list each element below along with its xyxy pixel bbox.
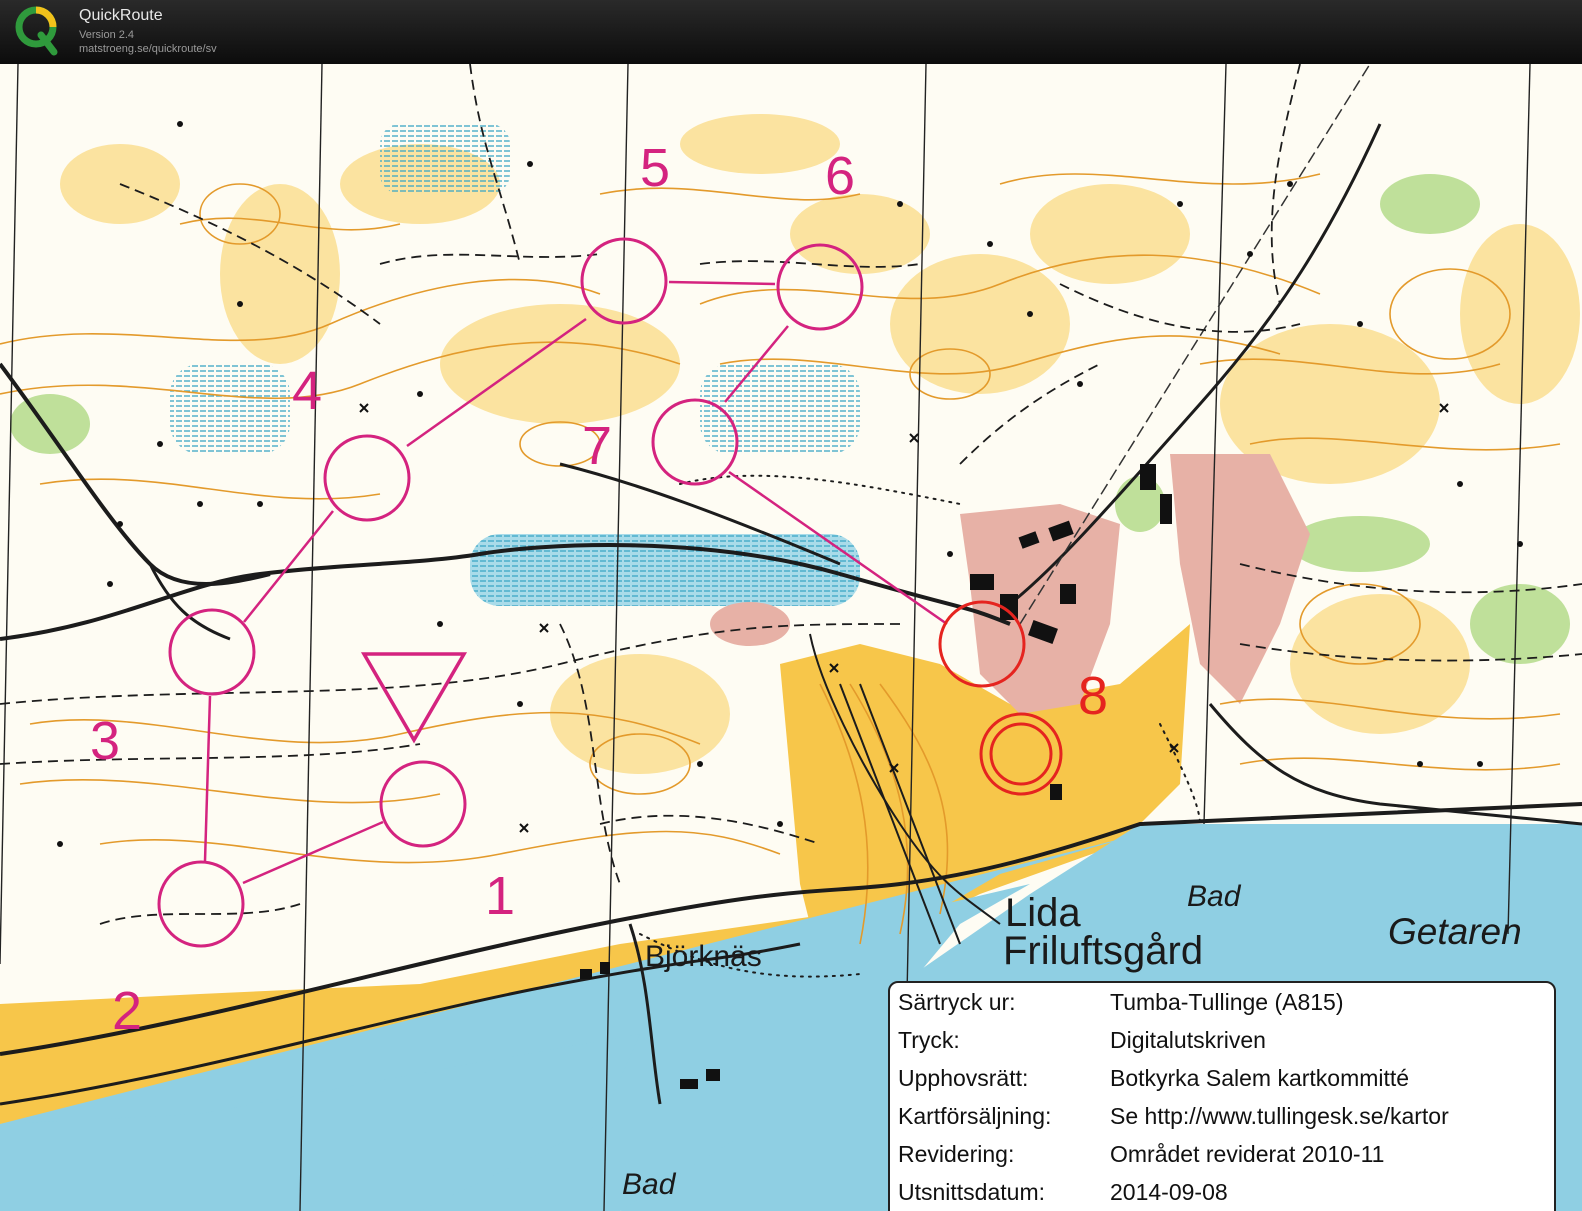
- app-version: Version 2.4: [79, 29, 135, 41]
- legend-row-sales: Kartförsäljning: Se http://www.tullingesk…: [898, 1103, 1449, 1129]
- quickroute-logo-icon: [15, 6, 58, 56]
- map-info-box: Särtryck ur: Tumba-Tullinge (A815) Tryck:…: [888, 981, 1556, 1211]
- place-name-3: Bad: [1187, 880, 1242, 913]
- control-number-5: 5: [640, 138, 670, 198]
- legend-row-print: Tryck: Digitalutskriven: [898, 1027, 1266, 1053]
- legend-row-copyright: Upphovsrätt: Botkyrka Salem kartkommitté: [898, 1065, 1410, 1091]
- control-number-2: 2: [112, 981, 142, 1041]
- app-url[interactable]: matstroeng.se/quickroute/sv: [79, 43, 217, 55]
- legend-row-revision: Revidering: Området reviderat 2010-11: [898, 1141, 1385, 1167]
- app-title: QuickRoute: [79, 7, 163, 24]
- place-name-5: Bad: [622, 1168, 677, 1201]
- title-bar: QuickRoute Version 2.4 matstroeng.se/qui…: [0, 0, 1582, 64]
- control-number-4: 4: [292, 361, 322, 421]
- control-number-7: 7: [582, 416, 612, 476]
- legend-row-cut-date: Utsnittsdatum: 2014-09-08: [898, 1179, 1228, 1205]
- place-name-4: Getaren: [1388, 911, 1522, 952]
- control-number-3: 3: [90, 711, 120, 771]
- legend-row-source: Särtryck ur: Tumba-Tullinge (A815): [898, 989, 1344, 1015]
- place-name-2: Friluftsgård: [1003, 929, 1203, 973]
- map-viewport[interactable]: 1 2 3 4 5 6 7 8 Björknäs Lida Friluftsgård…: [0, 64, 1582, 1211]
- control-number-1: 1: [485, 866, 515, 926]
- control-number-8: 8: [1078, 666, 1108, 726]
- place-name-0: Björknäs: [645, 940, 762, 973]
- control-number-6: 6: [825, 146, 855, 206]
